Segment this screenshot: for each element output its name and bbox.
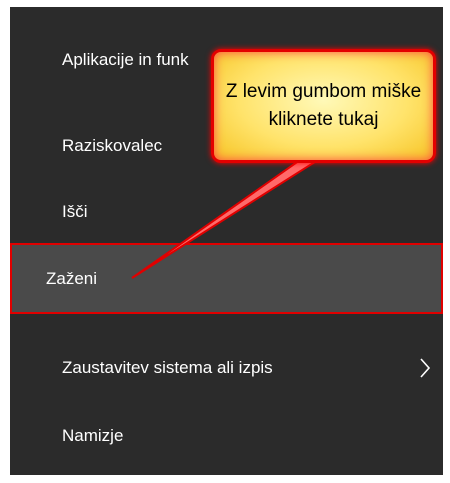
menu-item-desktop[interactable]: Namizje [10,411,443,461]
menu-item-label: Zaženi [46,269,98,288]
menu-item-shutdown-or-sign-out[interactable]: Zaustavitev sistema ali izpis [10,343,443,393]
menu-item-label: Aplikacije in funk [62,50,189,69]
callout-text: Z levim gumbom miške kliknete tukaj [225,81,422,130]
chevron-right-icon [419,343,431,393]
menu-item-label: Išči [62,202,88,221]
menu-item-search[interactable]: Išči [10,187,443,237]
menu-item-label: Namizje [62,426,124,445]
menu-item-run[interactable]: Zaženi [10,243,443,314]
menu-item-label: Zaustavitev sistema ali izpis [62,358,273,377]
menu-item-label: Raziskovalec [62,136,163,155]
annotation-callout: Z levim gumbom miške kliknete tukaj [211,49,436,163]
